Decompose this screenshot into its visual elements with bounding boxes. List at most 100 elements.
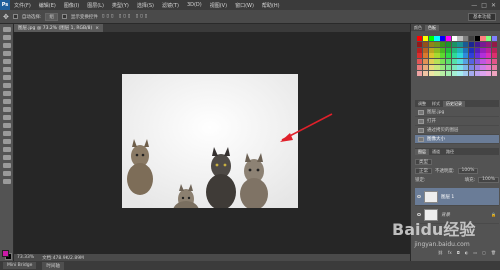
swatch-cell[interactable] (474, 41, 480, 47)
swatch-cell[interactable] (474, 47, 480, 53)
swatch-cell[interactable] (486, 64, 492, 70)
menu-select[interactable]: 选择(S) (133, 2, 158, 9)
swatch-cell[interactable] (457, 36, 463, 41)
swatch-cell[interactable] (480, 41, 486, 47)
swatch-cell[interactable] (486, 70, 492, 76)
swatch-cell[interactable] (422, 41, 428, 47)
close-button[interactable]: ✕ (491, 2, 496, 9)
swatch-cell[interactable] (451, 36, 457, 41)
swatch-cell[interactable] (474, 53, 480, 59)
swatch-cell[interactable] (451, 41, 457, 47)
align-icons[interactable]: ▯▯▯ ▯▯▯ ▯▯▯ (102, 14, 149, 19)
eraser-tool-icon[interactable] (2, 107, 11, 112)
opacity-input[interactable]: 100% (457, 167, 479, 174)
lasso-tool-icon[interactable] (2, 43, 11, 48)
swatch-cell[interactable] (457, 41, 463, 47)
layer-kind-filter[interactable]: 类型 (415, 158, 432, 165)
swatch-cell[interactable] (468, 47, 474, 53)
mini-bridge-tab[interactable]: Mini Bridge (3, 262, 37, 269)
swatch-cell[interactable] (434, 53, 440, 59)
swatch-cell[interactable] (451, 59, 457, 65)
menu-3d[interactable]: 3D(D) (183, 2, 206, 8)
tab-styles[interactable]: 样式 (429, 101, 443, 107)
foreground-color-swatch[interactable] (2, 250, 9, 257)
swatch-cell[interactable] (480, 53, 486, 59)
blur-tool-icon[interactable] (2, 123, 11, 128)
timeline-tab[interactable]: 时间轴 (42, 261, 64, 270)
visibility-eye-icon[interactable] (417, 195, 421, 198)
swatch-cell[interactable] (451, 47, 457, 53)
dodge-tool-icon[interactable] (2, 131, 11, 136)
menu-file[interactable]: 文件(F) (10, 2, 35, 9)
history-item[interactable]: 打开 (415, 117, 499, 126)
swatch-cell[interactable] (457, 53, 463, 59)
menu-view[interactable]: 视图(V) (206, 2, 231, 9)
swatch-cell[interactable] (468, 36, 474, 41)
swatch-cell[interactable] (434, 59, 440, 65)
minimize-button[interactable]: — (471, 2, 477, 9)
history-item[interactable]: 通过拷贝的图层 (415, 126, 499, 135)
swatch-cell[interactable] (486, 59, 492, 65)
swatch-cell[interactable] (417, 64, 423, 70)
swatch-cell[interactable] (486, 41, 492, 47)
swatch-cell[interactable] (463, 36, 469, 41)
swatch-cell[interactable] (440, 53, 446, 59)
swatch-cell[interactable] (463, 59, 469, 65)
swatch-cell[interactable] (451, 70, 457, 76)
tab-channels[interactable]: 通道 (429, 149, 443, 155)
swatch-cell[interactable] (463, 70, 469, 76)
swatch-cell[interactable] (428, 41, 434, 47)
swatch-cell[interactable] (440, 41, 446, 47)
fill-input[interactable]: 100% (478, 176, 499, 183)
zoom-level[interactable]: 73.33% (17, 255, 34, 260)
swatch-cell[interactable] (422, 59, 428, 65)
swatch-cell[interactable] (440, 64, 446, 70)
swatch-cell[interactable] (480, 47, 486, 53)
tab-history[interactable]: 历史记录 (443, 100, 465, 107)
swatch-cell[interactable] (486, 36, 492, 41)
swatch-cell[interactable] (422, 53, 428, 59)
swatch-cell[interactable] (486, 47, 492, 53)
marquee-tool-icon[interactable] (2, 35, 11, 40)
swatch-cell[interactable] (428, 64, 434, 70)
document-image[interactable] (122, 74, 298, 208)
swatch-cell[interactable] (417, 53, 423, 59)
swatch-cell[interactable] (434, 47, 440, 53)
swatch-cell[interactable] (428, 53, 434, 59)
swatch-cell[interactable] (434, 41, 440, 47)
tab-swatches[interactable]: 色板 (425, 24, 439, 31)
swatch-cell[interactable] (491, 59, 497, 65)
layer-row-selected[interactable]: 图层 1 (415, 188, 499, 206)
swatch-cell[interactable] (491, 70, 497, 76)
menu-window[interactable]: 窗口(W) (231, 2, 258, 9)
swatch-cell[interactable] (445, 59, 451, 65)
hand-tool-icon[interactable] (2, 171, 11, 176)
swatch-cell[interactable] (480, 64, 486, 70)
tab-adjustments[interactable]: 调整 (415, 101, 429, 107)
move-tool-icon[interactable]: ✥ (3, 13, 9, 21)
swatch-cell[interactable] (491, 64, 497, 70)
swatch-cell[interactable] (434, 70, 440, 76)
swatch-cell[interactable] (417, 36, 423, 41)
document-info[interactable]: 文档:478.9K/2.89M (42, 255, 84, 261)
swatch-cell[interactable] (457, 64, 463, 70)
swatch-cell[interactable] (440, 70, 446, 76)
tab-paths[interactable]: 路径 (443, 149, 457, 155)
swatch-cell[interactable] (463, 64, 469, 70)
maximize-button[interactable]: □ (481, 2, 487, 9)
history-item[interactable]: 图层.jpg (415, 108, 499, 117)
swatch-cell[interactable] (445, 47, 451, 53)
menu-image[interactable]: 图像(I) (60, 2, 83, 9)
swatch-cell[interactable] (480, 70, 486, 76)
canvas-area[interactable] (14, 32, 410, 254)
swatches-grid[interactable] (417, 36, 497, 76)
workspace-select[interactable]: 基本功能 (468, 12, 496, 21)
swatch-cell[interactable] (440, 59, 446, 65)
menu-filter[interactable]: 滤镜(T) (158, 2, 183, 9)
swatch-cell[interactable] (463, 53, 469, 59)
document-tab[interactable]: 图层.jpg @ 73.2% (图层 1, RGB/8) × (14, 24, 104, 32)
auto-select-dropdown[interactable]: 组 (45, 12, 58, 21)
swatch-cell[interactable] (451, 64, 457, 70)
crop-tool-icon[interactable] (2, 59, 11, 64)
swatch-cell[interactable] (457, 47, 463, 53)
